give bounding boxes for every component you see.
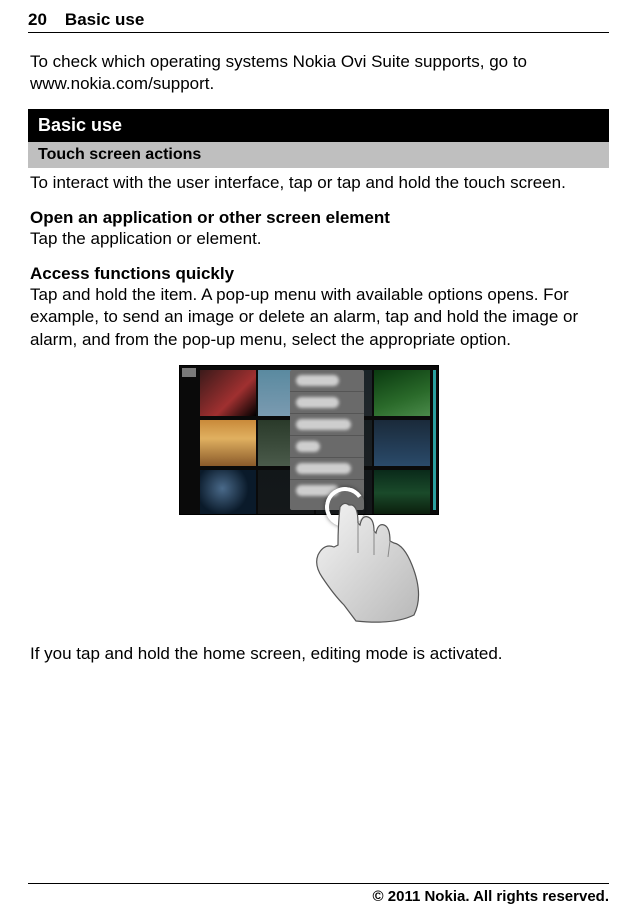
copyright-text: © 2011 Nokia. All rights reserved. bbox=[373, 888, 609, 905]
access-body: Tap and hold the item. A pop-up menu wit… bbox=[28, 284, 609, 350]
open-heading: Open an application or other screen elem… bbox=[28, 208, 609, 228]
page-number: 20 bbox=[28, 10, 47, 30]
interact-paragraph: To interact with the user interface, tap… bbox=[28, 172, 609, 194]
section-heading: Basic use bbox=[28, 109, 609, 142]
hand-icon bbox=[294, 495, 434, 635]
intro-paragraph: To check which operating systems Nokia O… bbox=[28, 51, 609, 95]
access-heading: Access functions quickly bbox=[28, 264, 609, 284]
phone-screen-illustration bbox=[179, 365, 439, 515]
figure bbox=[28, 365, 609, 625]
after-figure-paragraph: If you tap and hold the home screen, edi… bbox=[28, 643, 609, 665]
chapter-title: Basic use bbox=[65, 10, 144, 30]
open-body: Tap the application or element. bbox=[28, 228, 609, 250]
subsection-heading: Touch screen actions bbox=[28, 142, 609, 168]
page-footer: © 2011 Nokia. All rights reserved. bbox=[28, 883, 609, 905]
page-header: 20 Basic use bbox=[28, 10, 609, 33]
